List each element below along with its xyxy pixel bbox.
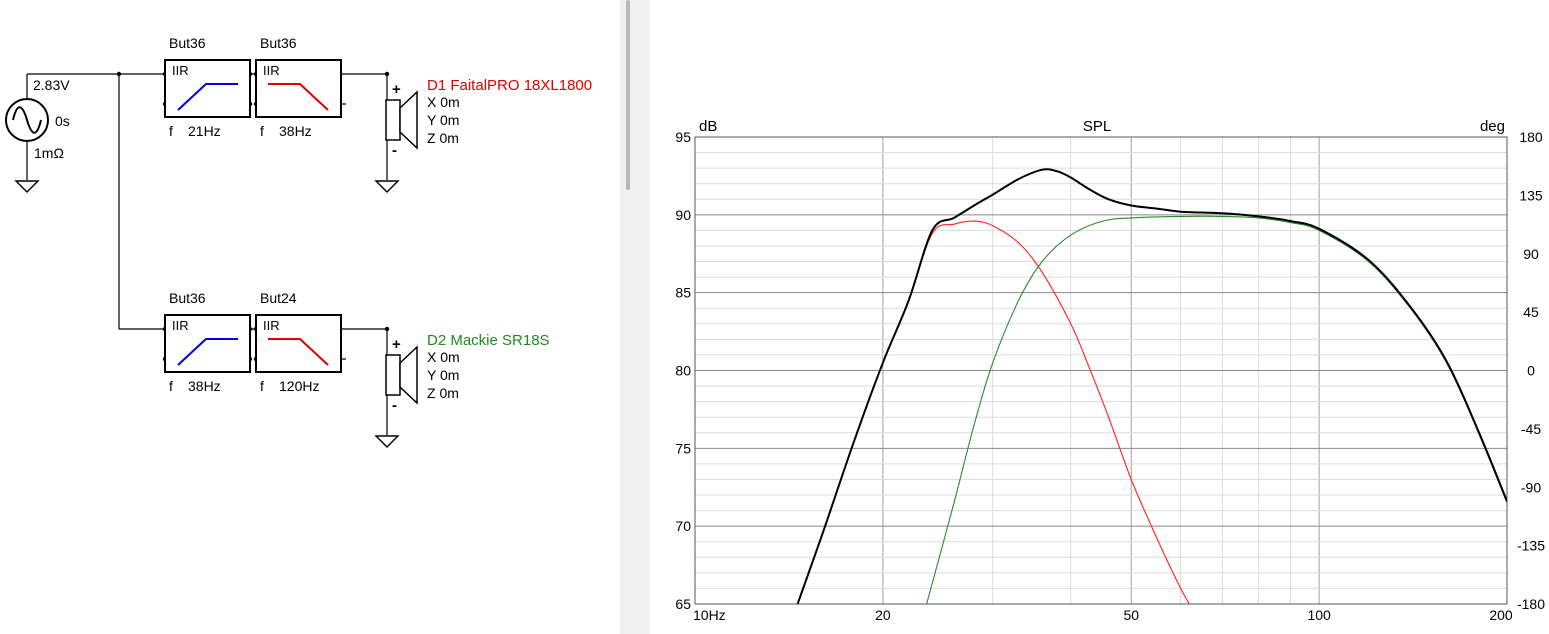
y2-tick-label: -180 (1517, 596, 1545, 612)
speaker-icon (399, 90, 418, 150)
filter-freq-label: f (169, 123, 173, 139)
filter-type: IIR (263, 318, 280, 333)
y-tick-label: 95 (675, 129, 691, 145)
x-tick-label: 10Hz (693, 607, 726, 623)
driver-pos-x: X 0m (427, 94, 460, 110)
ground-icon (374, 180, 400, 193)
y-tick-label: 80 (675, 363, 691, 379)
polarity-plus: + (392, 81, 401, 98)
wire-junctions (116, 71, 390, 362)
filter-freq-label: f (169, 378, 173, 394)
spl-curve-d1 (797, 220, 1190, 604)
filter-freq: 21Hz (188, 123, 221, 139)
filter-block-highpass[interactable]: IIR (164, 314, 251, 373)
y2-tick-label: 90 (1523, 246, 1539, 262)
speaker-icon (399, 345, 418, 405)
y-axis-label: dB (699, 118, 717, 135)
chart-title: SPL (1083, 118, 1111, 135)
x-tick-label: 100 (1307, 607, 1331, 623)
driver-pos-y: Y 0m (427, 367, 459, 383)
filter-name: But24 (260, 290, 297, 306)
spl-curve-sum (796, 168, 1507, 604)
x-tick-label: 50 (1123, 607, 1139, 623)
y2-tick-label: -135 (1517, 538, 1545, 554)
filter-type: IIR (263, 63, 280, 78)
polarity-plus: + (392, 336, 401, 353)
x-tick-label: 200 (1489, 607, 1513, 623)
y2-tick-label: 135 (1519, 187, 1543, 203)
filter-freq-label: f (260, 123, 264, 139)
speaker-driver-d1[interactable]: + - (385, 81, 418, 159)
speaker-driver-d2[interactable]: + - (385, 336, 418, 414)
filter-freq: 120Hz (279, 378, 319, 394)
y2-axis-label: deg (1480, 118, 1505, 135)
filter-type: IIR (172, 63, 189, 78)
spl-graph-pane: 10Hz 20 50 100 200 95 90 85 80 75 70 65 180 135 90 45 0 -… (650, 0, 1549, 634)
filter-name: But36 (260, 35, 297, 51)
polarity-minus: - (392, 397, 397, 414)
spl-curve-d2 (926, 215, 1507, 604)
chart-labels: 10Hz 20 50 100 200 95 90 85 80 75 70 65 180 135 90 45 0 -… (675, 129, 1545, 623)
filter-freq-label: f (260, 378, 264, 394)
filter-name: But36 (169, 290, 206, 306)
source-voltage: 2.83V (33, 77, 70, 93)
driver-pos-z: Z 0m (427, 385, 459, 401)
filter-type: IIR (172, 318, 189, 333)
ground-icon (374, 435, 400, 448)
filter-freq: 38Hz (279, 123, 312, 139)
source-delay: 0s (55, 113, 70, 129)
schematic-pane: 2.83V 0s 1mΩ But36 IIR f 21Hz But36 IIR … (0, 0, 620, 634)
x-tick-label: 20 (875, 607, 891, 623)
chart-curves (796, 168, 1507, 604)
y-tick-label: 75 (675, 440, 691, 456)
driver-label-d2[interactable]: D2 Mackie SR18S (427, 332, 550, 349)
y2-tick-label: -45 (1521, 421, 1541, 437)
filter-name: But36 (169, 35, 206, 51)
driver-pos-y: Y 0m (427, 112, 459, 128)
driver-label-d1[interactable]: D1 FaitalPRO 18XL1800 (427, 77, 592, 94)
y2-tick-label: 180 (1519, 129, 1543, 145)
scrollbar-thumb[interactable] (626, 0, 630, 190)
spl-chart[interactable]: 10Hz 20 50 100 200 95 90 85 80 75 70 65 180 135 90 45 0 -… (650, 0, 1549, 634)
y-tick-label: 65 (675, 596, 691, 612)
driver-pos-x: X 0m (427, 349, 460, 365)
y2-tick-label: -90 (1521, 479, 1541, 495)
y2-tick-label: 45 (1523, 304, 1539, 320)
source-impedance: 1mΩ (34, 145, 64, 161)
pane-splitter[interactable] (620, 0, 650, 634)
y2-tick-label: 0 (1527, 363, 1535, 379)
filter-freq: 38Hz (188, 378, 221, 394)
filter-block-lowpass[interactable]: IIR (255, 59, 342, 118)
driver-pos-z: Z 0m (427, 130, 459, 146)
schematic-canvas: 2.83V 0s 1mΩ But36 IIR f 21Hz But36 IIR … (5, 35, 592, 448)
chart-grid (695, 137, 1507, 604)
y-tick-label: 70 (675, 518, 691, 534)
filter-block-lowpass[interactable]: IIR (255, 314, 342, 373)
filter-block-highpass[interactable]: IIR (164, 59, 251, 118)
ground-icon (14, 180, 40, 193)
y-tick-label: 90 (675, 207, 691, 223)
polarity-minus: - (392, 142, 397, 159)
y-tick-label: 85 (675, 285, 691, 301)
